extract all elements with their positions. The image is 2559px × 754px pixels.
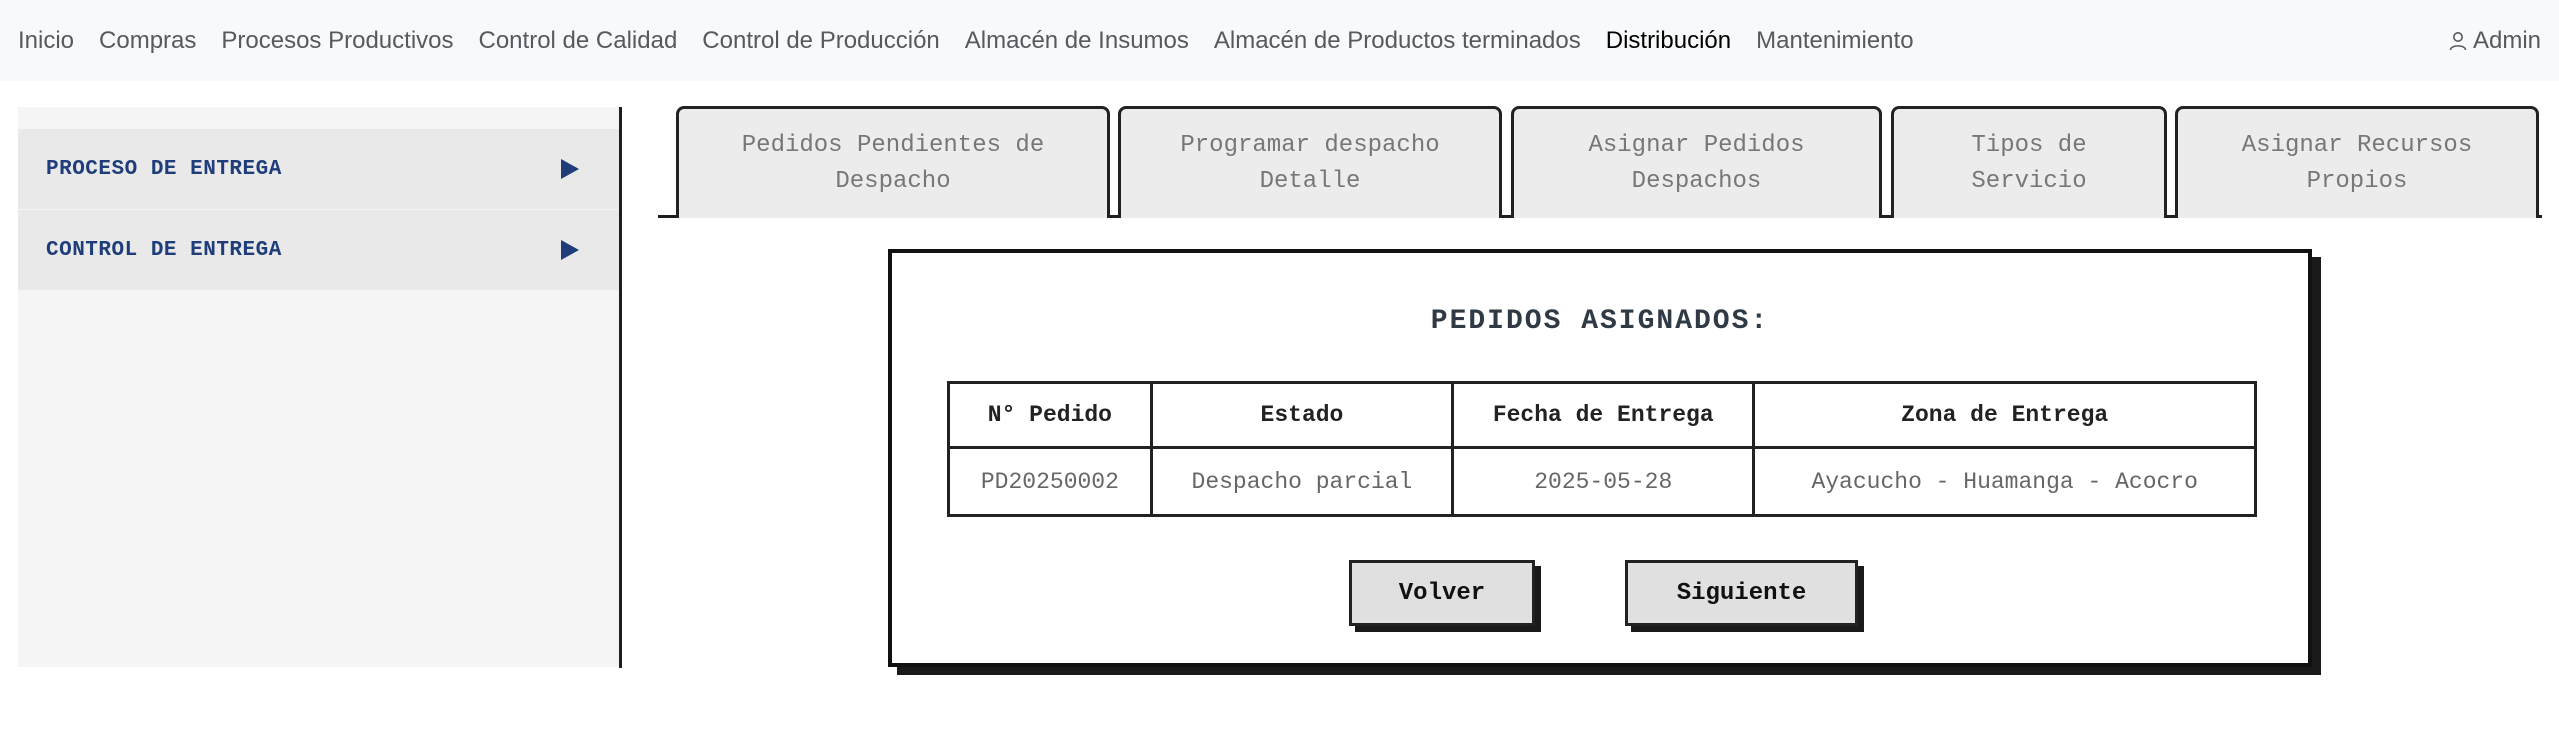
assigned-orders-table: N° Pedido Estado Fecha de Entrega Zona d…: [947, 381, 2257, 517]
sidebar-item-label: CONTROL DE ENTREGA: [46, 238, 282, 262]
column-header-fecha-entrega: Fecha de Entrega: [1451, 381, 1756, 449]
top-navbar: Inicio Compras Procesos Productivos Cont…: [0, 0, 2559, 81]
assigned-orders-panel: PEDIDOS ASIGNADOS: N° Pedido Estado Fech…: [888, 249, 2312, 667]
tab-label-line1: Tipos de: [1971, 131, 2087, 159]
cell-pedido: PD20250002: [947, 446, 1153, 517]
sidebar-divider: [619, 107, 622, 668]
sidebar-item-control-de-entrega[interactable]: CONTROL DE ENTREGA: [18, 210, 619, 290]
cell-zona-entrega: Ayacucho - Huamanga - Acocro: [1752, 446, 2257, 517]
next-button-wrap: Siguiente: [1625, 560, 1864, 632]
sidebar-item-proceso-de-entrega[interactable]: PROCESO DE ENTREGA: [18, 129, 619, 209]
play-arrow-icon: [561, 159, 579, 179]
nav-item-distribucion[interactable]: Distribución: [1606, 27, 1731, 55]
tab-label-line1: Asignar Pedidos: [1588, 131, 1805, 159]
sidebar-item-label: PROCESO DE ENTREGA: [46, 157, 282, 181]
nav-item-procesos-productivos[interactable]: Procesos Productivos: [221, 27, 453, 55]
tab-programar-despacho-detalle[interactable]: Programar despacho Detalle: [1118, 106, 1502, 218]
nav-item-control-de-calidad[interactable]: Control de Calidad: [479, 27, 678, 55]
user-icon: [2449, 31, 2467, 50]
tab-label-line2: Despachos: [1631, 167, 1762, 195]
nav-item-almacen-de-productos-terminados[interactable]: Almacén de Productos terminados: [1214, 27, 1581, 55]
nav-item-compras[interactable]: Compras: [99, 27, 196, 55]
nav-menu: Inicio Compras Procesos Productivos Cont…: [18, 27, 1939, 55]
nav-item-inicio[interactable]: Inicio: [18, 27, 74, 55]
tab-label-line2: Servicio: [1971, 167, 2087, 195]
tab-asignar-pedidos-despachos[interactable]: Asignar Pedidos Despachos: [1511, 106, 1882, 218]
table-row: PD20250002 Despacho parcial 2025-05-28 A…: [947, 446, 2257, 517]
user-name: Admin: [2472, 26, 2541, 54]
next-button[interactable]: Siguiente: [1625, 560, 1858, 626]
column-header-estado: Estado: [1149, 381, 1455, 449]
nav-item-mantenimiento[interactable]: Mantenimiento: [1756, 27, 1913, 55]
tab-tipos-de-servicio[interactable]: Tipos de Servicio: [1891, 106, 2167, 218]
tab-label-line1: Programar despacho: [1180, 131, 1440, 159]
nav-item-almacen-de-insumos[interactable]: Almacén de Insumos: [965, 27, 1189, 55]
play-arrow-icon: [561, 240, 579, 260]
cell-fecha-entrega: 2025-05-28: [1451, 446, 1756, 517]
tab-pedidos-pendientes-de-despacho[interactable]: Pedidos Pendientes de Despacho: [676, 106, 1110, 218]
column-header-zona-entrega: Zona de Entrega: [1752, 381, 2257, 449]
table-header-row: N° Pedido Estado Fecha de Entrega Zona d…: [947, 381, 2257, 449]
nav-item-control-de-produccion[interactable]: Control de Producción: [702, 27, 939, 55]
sidebar: PROCESO DE ENTREGA CONTROL DE ENTREGA: [18, 107, 619, 667]
column-header-pedido: N° Pedido: [947, 381, 1153, 449]
tab-label-line2: Despacho: [835, 167, 951, 195]
back-button[interactable]: Volver: [1349, 560, 1535, 626]
tab-label-line2: Propios: [2306, 167, 2408, 195]
tab-label-line2: Detalle: [1259, 167, 1361, 195]
back-button-wrap: Volver: [1349, 560, 1541, 632]
user-menu[interactable]: Admin: [2449, 0, 2541, 81]
tab-label-line1: Pedidos Pendientes de: [741, 131, 1045, 159]
panel-title: PEDIDOS ASIGNADOS:: [1430, 306, 1770, 337]
cell-estado: Despacho parcial: [1149, 446, 1455, 517]
tab-asignar-recursos-propios[interactable]: Asignar Recursos Propios: [2175, 106, 2539, 218]
tab-label-line1: Asignar Recursos: [2241, 131, 2473, 159]
